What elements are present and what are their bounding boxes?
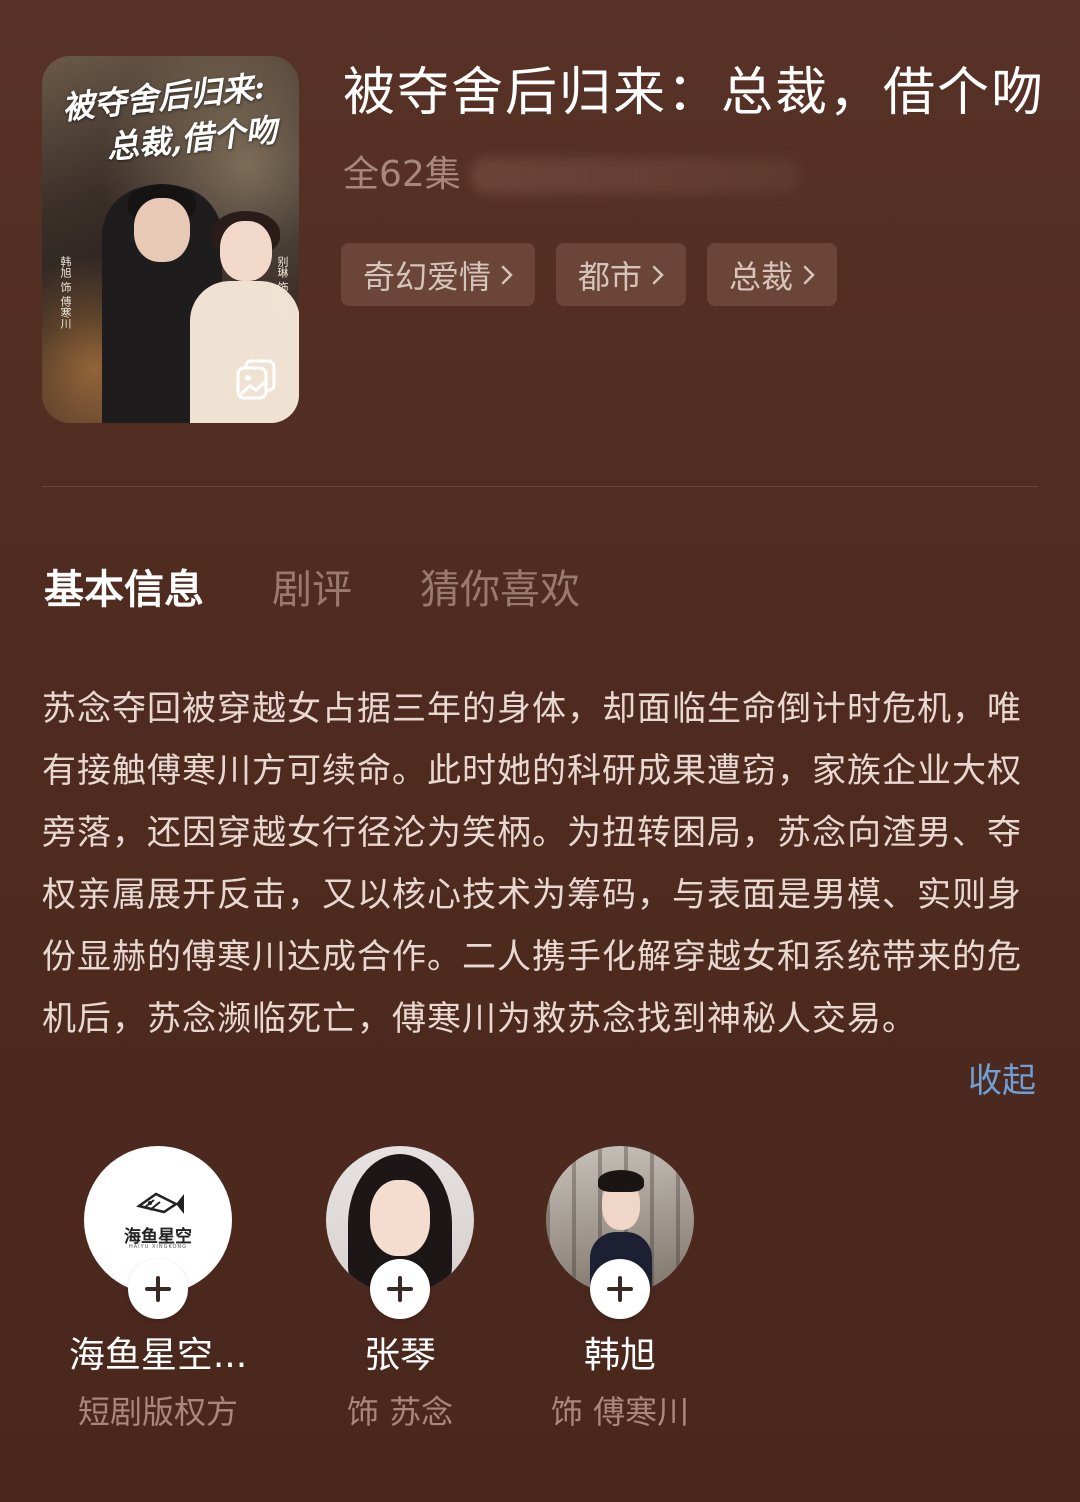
follow-button[interactable] — [128, 1259, 188, 1319]
tag-label: 奇幻爱情 — [363, 257, 492, 296]
avatar-hair — [598, 1170, 644, 1192]
tab-basic-info[interactable]: 基本信息 — [44, 562, 204, 618]
chevron-right-icon — [501, 265, 513, 284]
gallery-icon[interactable] — [235, 359, 277, 401]
tag-romance-fantasy[interactable]: 奇幻爱情 — [341, 243, 536, 306]
person-name: 海鱼星空... — [68, 1335, 248, 1376]
drama-poster[interactable]: 被夺舍后归来: 总裁,借个吻 韩旭 饰 傅寒川 别琳 饰 苏念 — [42, 56, 299, 423]
chevron-right-icon — [803, 265, 815, 284]
tag-ceo[interactable]: 总裁 — [707, 243, 838, 306]
person-role: 饰 傅寒川 — [550, 1393, 690, 1431]
plus-icon — [145, 1276, 171, 1302]
plus-icon — [607, 1276, 633, 1302]
logo-subtext: HAIYU XINGKONG — [128, 1244, 188, 1250]
person-name: 韩旭 — [583, 1335, 656, 1376]
section-divider — [42, 486, 1038, 487]
tag-label: 都市 — [578, 257, 643, 296]
follow-button[interactable] — [590, 1259, 650, 1319]
blurred-meta — [470, 158, 800, 194]
person-role: 短剧版权方 — [77, 1393, 238, 1431]
poster-female-face — [220, 221, 272, 281]
person-role: 饰 苏念 — [346, 1393, 454, 1431]
tab-reviews[interactable]: 剧评 — [272, 562, 352, 618]
episode-count: 全62集 — [343, 154, 461, 195]
follow-button[interactable] — [370, 1259, 430, 1319]
plus-icon — [387, 1276, 413, 1302]
person-actor[interactable]: 韩旭 饰 傅寒川 — [500, 1146, 740, 1432]
person-name: 张琴 — [363, 1335, 436, 1376]
tag-urban[interactable]: 都市 — [556, 243, 687, 306]
poster-credit-left: 韩旭 饰 傅寒川 — [59, 256, 72, 329]
synopsis-text: 苏念夺回被穿越女占据三年的身体，却面临生命倒计时危机，唯有接触傅寒川方可续命。此… — [42, 689, 1022, 1039]
person-rights-holder[interactable]: 海鱼星空 HAIYU XINGKONG 海鱼星空... 短剧版权方 — [38, 1146, 278, 1432]
drama-detail-page: 被夺舍后归来: 总裁,借个吻 韩旭 饰 傅寒川 别琳 饰 苏念 被夺舍后归来：总… — [0, 0, 1080, 1502]
drama-title: 被夺舍后归来：总裁，借个吻 — [343, 63, 1046, 123]
detail-tabs: 基本信息 剧评 猜你喜欢 — [44, 562, 580, 618]
avatar-face — [370, 1180, 430, 1256]
collapse-button[interactable]: 收起 — [968, 1050, 1036, 1112]
tag-label: 总裁 — [729, 257, 794, 296]
person-actress[interactable]: 张琴 饰 苏念 — [280, 1146, 520, 1432]
tab-recommendations[interactable]: 猜你喜欢 — [420, 562, 580, 618]
genre-tags: 奇幻爱情 都市 总裁 — [341, 243, 838, 306]
chevron-right-icon — [652, 265, 664, 284]
poster-credit-right: 别琳 饰 苏念 — [276, 256, 289, 318]
poster-male-face — [134, 198, 190, 262]
